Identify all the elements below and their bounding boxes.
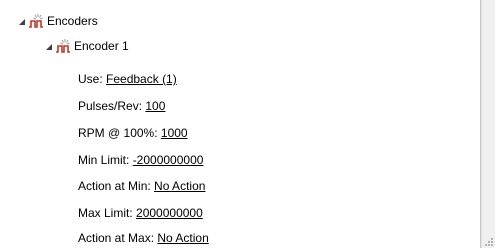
property-use: Use: Feedback (1) (78, 69, 177, 89)
property-label: Use: (78, 72, 103, 86)
property-label: Pulses/Rev: (78, 99, 143, 113)
property-min-limit: Min Limit: -2000000000 (78, 150, 203, 170)
property-pulses-rev: Pulses/Rev: 100 (78, 96, 165, 116)
tree-node-label[interactable]: Encoder 1 (74, 36, 129, 56)
property-rpm-100: RPM @ 100%: 1000 (78, 123, 188, 143)
property-label: Action at Min: (78, 179, 151, 193)
encoder-signal-icon (55, 38, 71, 54)
property-value-link[interactable]: -2000000000 (133, 153, 204, 167)
property-value-link[interactable]: 1000 (161, 126, 188, 140)
expand-triangle-icon[interactable] (45, 43, 53, 51)
property-label: RPM @ 100%: (78, 126, 158, 140)
property-value-link[interactable]: 100 (145, 99, 165, 113)
property-action-at-max: Action at Max: No Action (78, 228, 209, 248)
tree-node-label[interactable]: Encoders (47, 11, 98, 31)
resize-grip-icon[interactable] (485, 238, 493, 246)
tree-node-encoder-1[interactable]: Encoder 1 (0, 36, 300, 56)
property-value-link[interactable]: Feedback (1) (106, 72, 177, 86)
property-action-at-min: Action at Min: No Action (78, 176, 205, 196)
property-label: Max Limit: (78, 206, 133, 220)
tree-node-encoders[interactable]: Encoders (0, 11, 300, 31)
property-value-link[interactable]: 2000000000 (136, 206, 203, 220)
property-max-limit: Max Limit: 2000000000 (78, 203, 203, 223)
property-value-link[interactable]: No Action (154, 179, 205, 193)
encoder-signal-icon (28, 13, 44, 29)
expand-triangle-icon[interactable] (18, 18, 26, 26)
property-label: Action at Max: (78, 231, 155, 245)
encoder-tree-view[interactable]: Encoders Encoder 1 Use: Feedback (1) Pul… (0, 0, 481, 248)
property-value-link[interactable]: No Action (157, 231, 208, 245)
property-label: Min Limit: (78, 153, 130, 167)
vertical-scrollbar[interactable] (481, 0, 495, 248)
